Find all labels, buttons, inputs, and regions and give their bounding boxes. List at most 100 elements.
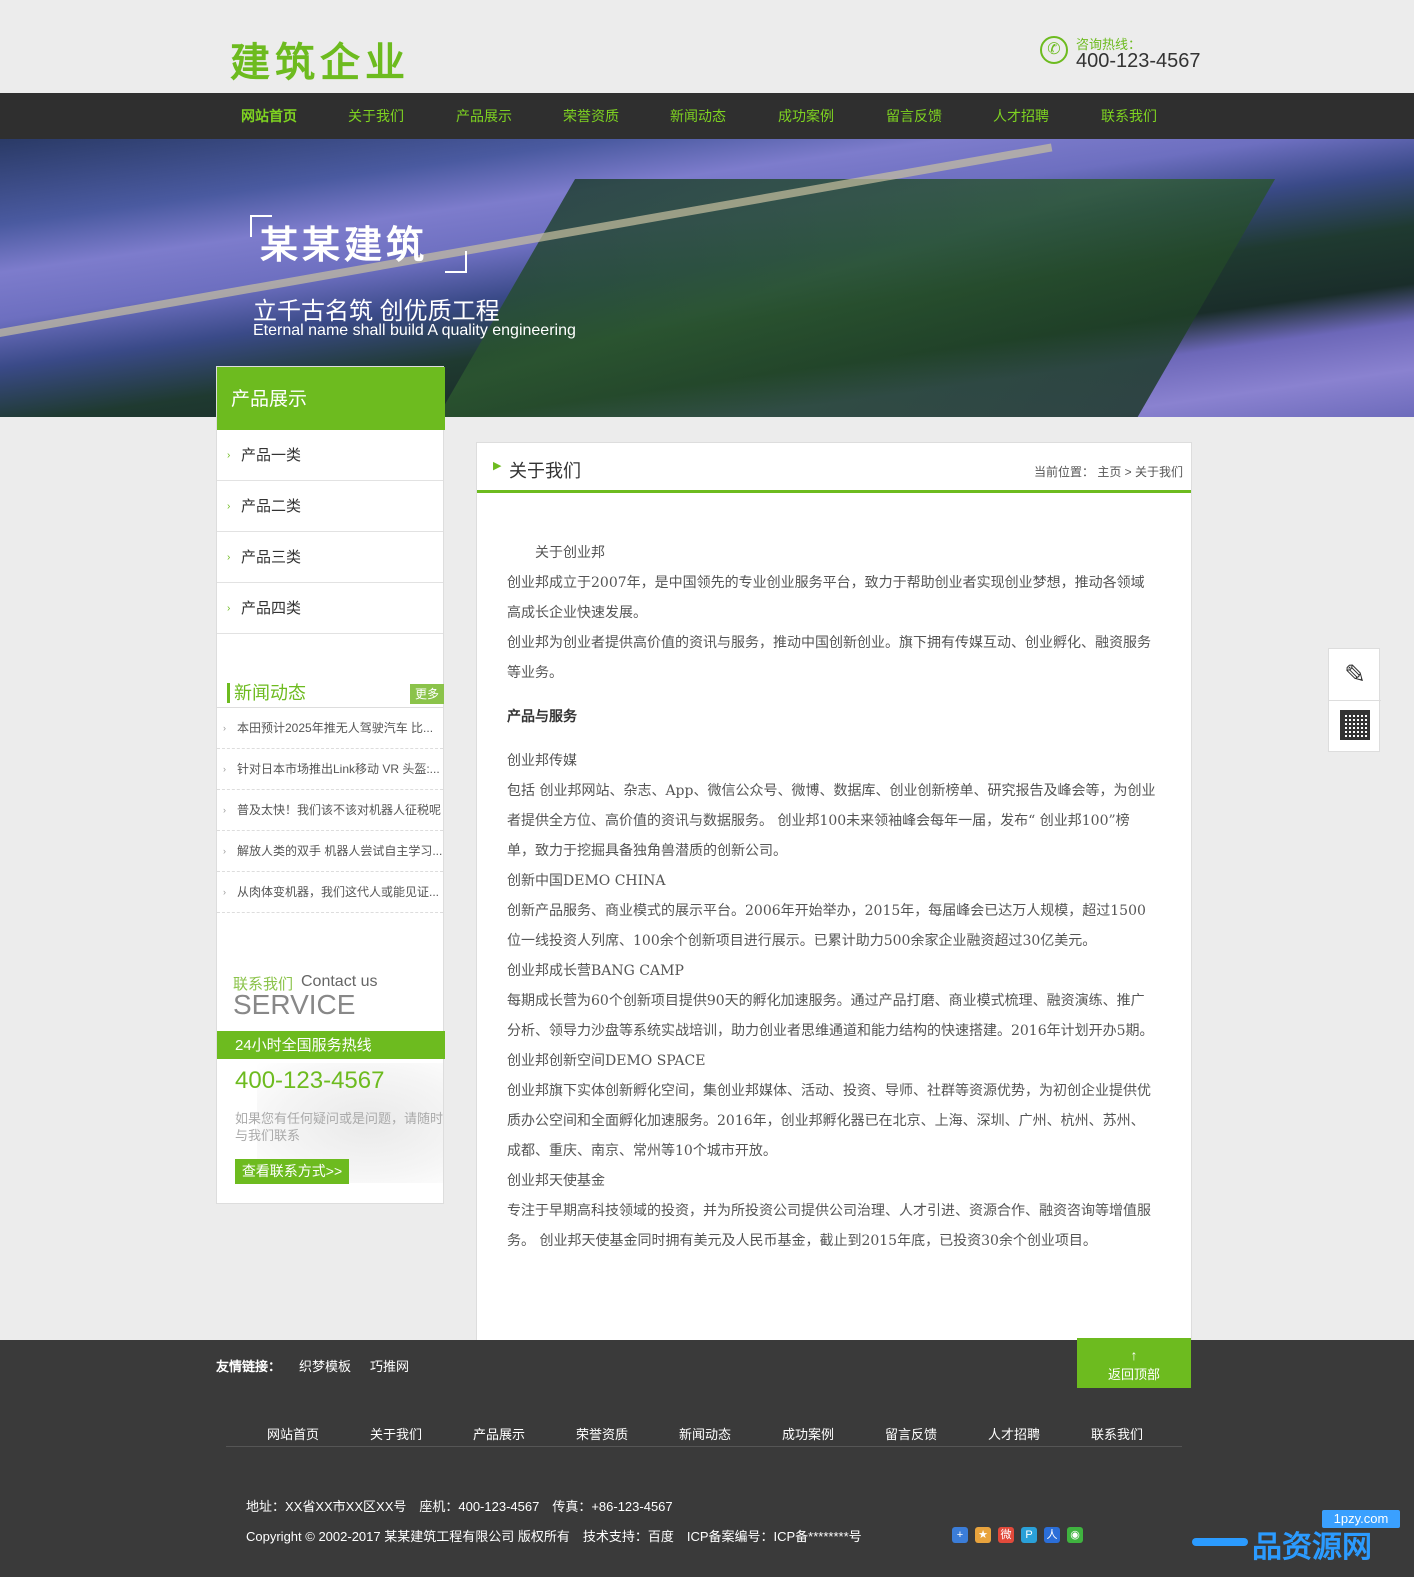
view-contact-button[interactable]: 查看联系方式>> [235, 1159, 349, 1184]
article-paragraph: 创业邦传媒 [507, 753, 577, 769]
nav-jobs[interactable]: 人才招聘 [993, 93, 1049, 139]
category-item[interactable]: › 产品一类 [217, 430, 443, 481]
footer-address: 地址：XX省XX市XX区XX号 座机：400-123-4567 传真：+86-1… [246, 1499, 673, 1514]
footer-nav-jobs[interactable]: 人才招聘 [988, 1424, 1040, 1443]
arrow-up-icon: ↑ [1130, 1347, 1138, 1363]
news-item-title: 从肉体变机器，我们这代人或能见证... [237, 885, 440, 899]
chevron-right-icon: › [223, 723, 226, 733]
breadcrumb[interactable]: 当前位置： 主页 > 关于我们 [1034, 463, 1183, 480]
watermark-dash [1192, 1538, 1248, 1546]
category-item[interactable]: › 产品二类 [217, 481, 443, 532]
header: 建筑企业 ✆ 咨询热线： 400-123-4567 [0, 0, 1414, 92]
share-plus-icon[interactable]: + [952, 1527, 968, 1543]
header-hotline: ✆ 咨询热线： 400-123-4567 [1040, 32, 1210, 72]
category-label: 产品三类 [241, 549, 302, 566]
footer-nav-contact[interactable]: 联系我们 [1091, 1424, 1143, 1443]
main-nav: 网站首页 关于我们 产品展示 荣誉资质 新闻动态 成功案例 留言反馈 人才招聘 … [0, 93, 1414, 139]
category-label: 产品二类 [241, 498, 302, 515]
friend-link[interactable]: 织梦模板 [299, 1356, 351, 1375]
friend-link[interactable]: 巧推网 [370, 1356, 409, 1375]
back-to-top-button[interactable]: ↑ 返回顶部 [1077, 1338, 1191, 1388]
news-item[interactable]: › 针对日本市场推出Link移动 VR 头盔:... [217, 749, 443, 790]
chevron-right-icon: › [227, 501, 231, 512]
news-item-title: 解放人类的双手 机器人尝试自主学习... [237, 844, 443, 858]
site-logo[interactable]: 建筑企业 [230, 30, 410, 88]
chevron-right-icon: › [227, 603, 231, 614]
article-paragraph: 专注于早期高科技领域的投资，并为所投资公司提供公司治理、人才引进、资源合作、融资… [507, 1203, 1151, 1249]
footer-nav-products[interactable]: 产品展示 [473, 1424, 525, 1443]
page-title: 关于我们 [509, 461, 581, 481]
nav-news[interactable]: 新闻动态 [670, 93, 726, 139]
nav-about[interactable]: 关于我们 [348, 93, 404, 139]
news-item-title: 本田预计2025年推无人驾驶汽车 比... [237, 721, 434, 735]
nav-honors[interactable]: 荣誉资质 [563, 93, 619, 139]
news-item[interactable]: › 普及太快！我们该不该对机器人征税呢 [217, 790, 443, 831]
nav-contact[interactable]: 联系我们 [1101, 93, 1157, 139]
hotline-number: 400-123-4567 [1076, 50, 1201, 72]
footer-nav-news[interactable]: 新闻动态 [679, 1424, 731, 1443]
article-subheading: 产品与服务 [507, 709, 577, 725]
chevron-right-icon: › [223, 887, 226, 897]
share-qzone-icon[interactable]: ★ [975, 1527, 991, 1543]
article-paragraph: 创业邦为创业者提供高价值的资讯与服务，推动中国创新创业。旗下拥有传媒互动、创业孵… [507, 635, 1151, 681]
share-renren-icon[interactable]: 人 [1044, 1527, 1060, 1543]
watermark-logo: 1pzy.com 品资源网 [1192, 1508, 1414, 1568]
news-item[interactable]: › 解放人类的双手 机器人尝试自主学习... [217, 831, 443, 872]
sidebar-phone: 400-123-4567 [235, 1067, 385, 1094]
friend-links-label: 友情链接： [216, 1359, 282, 1374]
chevron-right-icon: › [223, 805, 226, 815]
news-more-button[interactable]: 更多 [410, 684, 444, 704]
news-item[interactable]: › 从肉体变机器，我们这代人或能见证... [217, 872, 443, 913]
article-paragraph: 包括 创业邦网站、杂志、App、微信公众号、微博、数据库、创业创新榜单、研究报告… [507, 783, 1156, 859]
article-body: 关于创业邦 创业邦成立于2007年，是中国领先的专业创业服务平台，致力于帮助创业… [507, 538, 1157, 1256]
article-paragraph: 每期成长营为60个创新项目提供90天的孵化加速服务。通过产品打磨、商业模式梳理、… [507, 993, 1154, 1039]
banner-slogan: 立千古名筑 创优质工程 [253, 298, 500, 325]
chevron-right-icon: › [227, 450, 231, 461]
share-wechat-icon[interactable]: ◉ [1067, 1527, 1083, 1543]
sidebar: 产品展示 › 产品一类 › 产品二类 › 产品三类 › 产品四类 新闻动态 更多 › 本田… [216, 366, 445, 1204]
chevron-right-icon: › [223, 846, 226, 856]
sidebar-title: 产品展示 [217, 367, 445, 430]
phone-icon: ✆ [1040, 36, 1068, 64]
triangle-right-icon: ▶ [493, 460, 502, 472]
share-tencent-icon[interactable]: P [1021, 1527, 1037, 1543]
category-label: 产品四类 [241, 600, 302, 617]
category-item[interactable]: › 产品四类 [217, 583, 443, 634]
banner-park-image [424, 179, 1276, 417]
share-weibo-icon[interactable]: 微 [998, 1527, 1014, 1543]
content-header: ▶ 关于我们 当前位置： 主页 > 关于我们 [477, 443, 1191, 493]
nav-products[interactable]: 产品展示 [456, 93, 512, 139]
news-item[interactable]: › 本田预计2025年推无人驾驶汽车 比... [217, 708, 443, 749]
footer-nav-home[interactable]: 网站首页 [267, 1424, 319, 1443]
footer-nav-honors[interactable]: 荣誉资质 [576, 1424, 628, 1443]
article-paragraph: 创业邦成立于2007年，是中国领先的专业创业服务平台，致力于帮助创业者实现创业梦… [507, 575, 1145, 621]
article-paragraph: 创业邦天使基金 [507, 1173, 605, 1189]
footer-nav-about[interactable]: 关于我们 [370, 1424, 422, 1443]
news-item-title: 普及太快！我们该不该对机器人征税呢 [237, 803, 442, 817]
edit-icon[interactable]: ✎ [1329, 649, 1381, 701]
footer-divider [226, 1446, 1182, 1447]
news-item-title: 针对日本市场推出Link移动 VR 头盔:... [237, 762, 440, 776]
news-section-title: 新闻动态 [227, 683, 306, 703]
article-paragraph: 创业邦旗下实体创新孵化空间，集创业邦媒体、活动、投资、导师、社群等资源优势，为初… [507, 1083, 1151, 1159]
banner-slogan-en: Eternal name shall build A quality engin… [253, 322, 576, 339]
service-heading: SERVICE [233, 989, 356, 1020]
footer-nav-feedback[interactable]: 留言反馈 [885, 1424, 937, 1443]
banner-corner-bottom-right [445, 251, 467, 273]
article-paragraph: 创业邦成长营BANG CAMP [507, 963, 684, 979]
footer-nav-cases[interactable]: 成功案例 [782, 1424, 834, 1443]
sidebar-contact-note: 如果您有任何疑问或是问题，请随时与我们联系 [235, 1111, 444, 1143]
category-label: 产品一类 [241, 447, 302, 464]
nav-feedback[interactable]: 留言反馈 [886, 93, 942, 139]
floating-toolbar: ✎ [1328, 648, 1381, 752]
share-icons: + ★ 微 P 人 ◉ [952, 1527, 1092, 1543]
nav-cases[interactable]: 成功案例 [778, 93, 834, 139]
qr-code-icon[interactable] [1340, 710, 1370, 740]
category-item[interactable]: › 产品三类 [217, 532, 443, 583]
friend-links-bar: 友情链接： 织梦模板 巧推网 [0, 1340, 1414, 1388]
nav-home[interactable]: 网站首页 [241, 93, 297, 139]
chevron-right-icon: › [227, 552, 231, 563]
article-paragraph: 创新产品服务、商业模式的展示平台。2006年开始举办，2015年，每届峰会已达万… [507, 903, 1146, 949]
watermark-text: 品资源网 [1252, 1531, 1372, 1564]
footer-copyright: Copyright © 2002-2017 某某建筑工程有限公司 版权所有 技术… [246, 1529, 862, 1544]
